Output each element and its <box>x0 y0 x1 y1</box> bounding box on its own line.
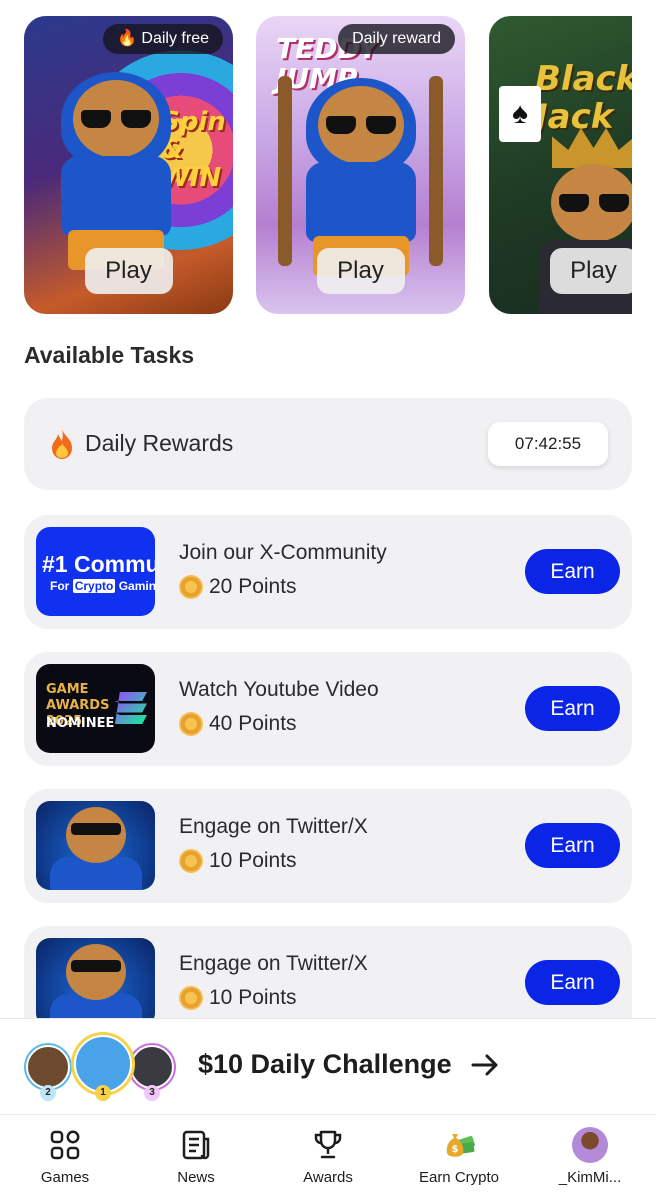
points-value: 20 Points <box>209 575 297 598</box>
earn-button[interactable]: Earn <box>525 823 620 868</box>
nav-item-awards[interactable]: Awards <box>268 1115 388 1200</box>
rank-badge: 1 <box>95 1085 111 1101</box>
nav-item-profile[interactable]: _KimMi... <box>530 1115 650 1200</box>
trophy-icon <box>314 1130 342 1159</box>
thumb-nominee-text: NOMINEE <box>46 716 115 731</box>
profile-avatar <box>572 1127 608 1163</box>
nav-label: Games <box>40 1169 90 1186</box>
thumb-headline: #1 Commun <box>42 551 155 577</box>
task-title: Engage on Twitter/X <box>179 815 368 838</box>
nav-label: Earn Crypto <box>418 1169 500 1186</box>
coin-icon <box>179 849 203 873</box>
daily-reward-badge: Daily reward <box>338 24 455 54</box>
play-button-teddy-jump[interactable]: Play <box>316 248 405 294</box>
flame-icon <box>52 429 72 459</box>
svg-text:$: $ <box>452 1144 459 1155</box>
daily-rewards-row[interactable]: Daily Rewards 07:42:55 <box>24 398 632 490</box>
nav-label: News <box>177 1169 215 1186</box>
sunglasses-icon <box>70 823 121 835</box>
task-title: Engage on Twitter/X <box>179 952 368 975</box>
coin-icon <box>179 575 203 599</box>
task-thumbnail: GAME AWARDS 2025 NOMINEE <box>36 664 155 753</box>
avatar <box>26 1045 70 1089</box>
nav-label: Awards <box>303 1169 353 1186</box>
game-card-spin-win[interactable]: Spin & WIN 🔥 Daily free Play <box>24 16 233 314</box>
arrow-right-icon[interactable] <box>470 1049 500 1081</box>
task-thumbnail <box>36 938 155 1027</box>
bear-mascot <box>65 807 126 863</box>
nav-item-news[interactable]: News <box>136 1115 256 1200</box>
bear-mascot <box>65 944 126 1000</box>
leaderboard-avatars: 2 1 3 <box>26 1035 176 1101</box>
play-button-spin-win[interactable]: Play <box>84 248 173 294</box>
thumb-subline: For Crypto Gaming <box>50 579 155 593</box>
earn-button[interactable]: Earn <box>525 960 620 1005</box>
section-title: Available Tasks <box>24 342 195 368</box>
avatar <box>130 1045 174 1089</box>
task-points: 20 Points <box>179 575 297 599</box>
play-button-blackjack[interactable]: Play <box>549 248 632 294</box>
task-row-x-community[interactable]: #1 Commun For Crypto Gaming Join our X-C… <box>24 515 632 629</box>
points-value: 10 Points <box>209 986 297 1009</box>
wooden-pillar <box>429 76 443 266</box>
task-points: 10 Points <box>179 849 297 873</box>
task-title: Watch Youtube Video <box>179 678 379 701</box>
countdown-timer: 07:42:55 <box>488 422 608 466</box>
earn-button[interactable]: Earn <box>525 686 620 731</box>
task-thumbnail: #1 Commun For Crypto Gaming <box>36 527 155 616</box>
game-carousel[interactable]: Spin & WIN 🔥 Daily free Play TEDDY JUMP … <box>24 16 632 314</box>
nav-label: _KimMi... <box>558 1169 622 1186</box>
coin-icon <box>179 712 203 736</box>
nav-item-earn-crypto[interactable]: $ Earn Crypto <box>399 1115 519 1200</box>
rank-badge: 2 <box>40 1085 56 1101</box>
daily-rewards-label: Daily Rewards <box>85 430 234 456</box>
game-card-blackjack[interactable]: Black Jack ♠ In Play <box>489 16 632 314</box>
nav-item-games[interactable]: Games <box>5 1115 125 1200</box>
task-title: Join our X-Community <box>179 541 387 564</box>
bottom-nav: Games News Awards $ Earn Crypto _KimMi..… <box>0 1114 656 1200</box>
game-card-teddy-jump[interactable]: TEDDY JUMP Daily reward Play <box>256 16 465 314</box>
task-row-twitter[interactable]: Engage on Twitter/X 10 Points Earn <box>24 789 632 903</box>
grid-icon <box>50 1130 80 1160</box>
task-points: 10 Points <box>179 986 297 1010</box>
daily-challenge-banner[interactable]: 2 1 3 $10 Daily Challenge <box>0 1018 656 1112</box>
task-points: 40 Points <box>179 712 297 736</box>
challenge-title: $10 Daily Challenge <box>198 1049 452 1079</box>
task-thumbnail <box>36 801 155 890</box>
rank-badge: 3 <box>144 1085 160 1101</box>
earn-button[interactable]: Earn <box>525 549 620 594</box>
daily-free-badge: 🔥 Daily free <box>103 24 223 54</box>
spade-card-icon: ♠ <box>499 86 541 142</box>
points-value: 10 Points <box>209 849 297 872</box>
solana-logo-icon <box>115 692 147 724</box>
task-row-youtube[interactable]: GAME AWARDS 2025 NOMINEE Watch Youtube V… <box>24 652 632 766</box>
points-value: 40 Points <box>209 712 297 735</box>
wooden-pillar <box>278 76 292 266</box>
money-bag-icon: $ <box>446 1134 475 1157</box>
newspaper-icon <box>182 1130 210 1160</box>
sunglasses-icon <box>70 960 121 972</box>
card-art-title: Black Jack <box>535 59 632 137</box>
coin-icon <box>179 986 203 1010</box>
